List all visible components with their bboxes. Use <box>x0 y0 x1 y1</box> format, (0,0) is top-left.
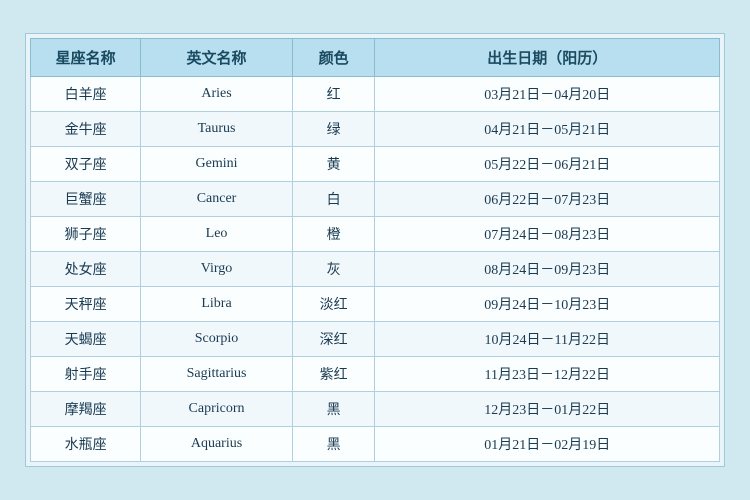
table-row: 水瓶座Aquarius黑01月21日－02月19日 <box>31 427 720 462</box>
table-row: 白羊座Aries红03月21日－04月20日 <box>31 77 720 112</box>
cell-chinese-name: 射手座 <box>31 357 141 392</box>
table-header-row: 星座名称 英文名称 颜色 出生日期（阳历） <box>31 39 720 77</box>
cell-color: 白 <box>292 182 375 217</box>
cell-chinese-name: 巨蟹座 <box>31 182 141 217</box>
table-row: 摩羯座Capricorn黑12月23日－01月22日 <box>31 392 720 427</box>
header-color: 颜色 <box>292 39 375 77</box>
cell-birth-dates: 11月23日－12月22日 <box>375 357 720 392</box>
cell-english-name: Leo <box>141 217 293 252</box>
cell-birth-dates: 10月24日－11月22日 <box>375 322 720 357</box>
cell-chinese-name: 摩羯座 <box>31 392 141 427</box>
cell-color: 淡红 <box>292 287 375 322</box>
cell-english-name: Taurus <box>141 112 293 147</box>
cell-color: 紫红 <box>292 357 375 392</box>
cell-birth-dates: 05月22日－06月21日 <box>375 147 720 182</box>
header-english-name: 英文名称 <box>141 39 293 77</box>
cell-birth-dates: 03月21日－04月20日 <box>375 77 720 112</box>
cell-chinese-name: 天秤座 <box>31 287 141 322</box>
cell-english-name: Gemini <box>141 147 293 182</box>
cell-color: 黑 <box>292 427 375 462</box>
cell-birth-dates: 06月22日－07月23日 <box>375 182 720 217</box>
table-row: 巨蟹座Cancer白06月22日－07月23日 <box>31 182 720 217</box>
table-row: 射手座Sagittarius紫红11月23日－12月22日 <box>31 357 720 392</box>
cell-english-name: Sagittarius <box>141 357 293 392</box>
cell-english-name: Cancer <box>141 182 293 217</box>
cell-color: 绿 <box>292 112 375 147</box>
table-row: 处女座Virgo灰08月24日－09月23日 <box>31 252 720 287</box>
cell-birth-dates: 07月24日－08月23日 <box>375 217 720 252</box>
cell-chinese-name: 处女座 <box>31 252 141 287</box>
table-row: 天秤座Libra淡红09月24日－10月23日 <box>31 287 720 322</box>
cell-birth-dates: 12月23日－01月22日 <box>375 392 720 427</box>
cell-chinese-name: 天蝎座 <box>31 322 141 357</box>
cell-english-name: Virgo <box>141 252 293 287</box>
zodiac-table: 星座名称 英文名称 颜色 出生日期（阳历） 白羊座Aries红03月21日－04… <box>30 38 720 462</box>
cell-chinese-name: 水瓶座 <box>31 427 141 462</box>
cell-english-name: Aries <box>141 77 293 112</box>
cell-english-name: Libra <box>141 287 293 322</box>
cell-birth-dates: 01月21日－02月19日 <box>375 427 720 462</box>
cell-english-name: Capricorn <box>141 392 293 427</box>
header-birth-date: 出生日期（阳历） <box>375 39 720 77</box>
table-row: 双子座Gemini黄05月22日－06月21日 <box>31 147 720 182</box>
cell-color: 橙 <box>292 217 375 252</box>
table-row: 金牛座Taurus绿04月21日－05月21日 <box>31 112 720 147</box>
cell-birth-dates: 08月24日－09月23日 <box>375 252 720 287</box>
table-row: 狮子座Leo橙07月24日－08月23日 <box>31 217 720 252</box>
zodiac-table-container: 星座名称 英文名称 颜色 出生日期（阳历） 白羊座Aries红03月21日－04… <box>25 33 725 467</box>
cell-english-name: Aquarius <box>141 427 293 462</box>
cell-color: 黑 <box>292 392 375 427</box>
cell-english-name: Scorpio <box>141 322 293 357</box>
cell-birth-dates: 09月24日－10月23日 <box>375 287 720 322</box>
cell-chinese-name: 白羊座 <box>31 77 141 112</box>
cell-chinese-name: 双子座 <box>31 147 141 182</box>
cell-color: 黄 <box>292 147 375 182</box>
table-row: 天蝎座Scorpio深红10月24日－11月22日 <box>31 322 720 357</box>
cell-chinese-name: 狮子座 <box>31 217 141 252</box>
cell-chinese-name: 金牛座 <box>31 112 141 147</box>
header-chinese-name: 星座名称 <box>31 39 141 77</box>
cell-color: 红 <box>292 77 375 112</box>
cell-color: 灰 <box>292 252 375 287</box>
cell-birth-dates: 04月21日－05月21日 <box>375 112 720 147</box>
cell-color: 深红 <box>292 322 375 357</box>
